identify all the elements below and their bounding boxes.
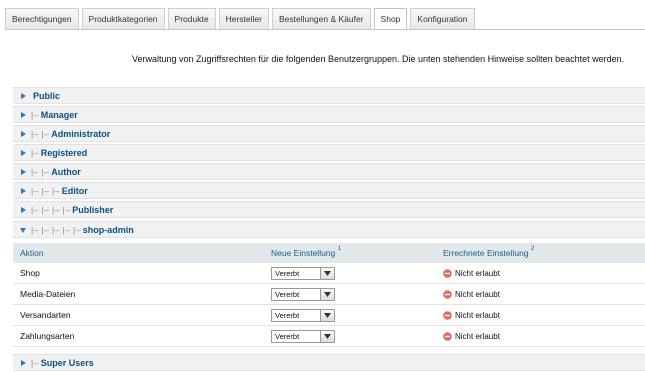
group-name[interactable]: Publisher xyxy=(72,205,113,215)
tab-bar: Berechtigungen Produktkategorien Produkt… xyxy=(5,8,478,30)
intro-paragraph: Verwaltung von Zugriffsrechten für die f… xyxy=(132,54,625,64)
chevron-down-icon[interactable] xyxy=(320,288,334,300)
arrow-right-icon xyxy=(20,187,26,194)
col-action-header: Aktion xyxy=(20,248,44,258)
tree-indent: |– |– |– xyxy=(31,185,60,196)
arrow-right-icon xyxy=(20,130,26,137)
tab-produkte[interactable]: Produkte xyxy=(167,8,216,29)
calculated-setting: Nicht erlaubt xyxy=(443,290,645,299)
deny-icon xyxy=(443,310,452,320)
tab-berechtigungen[interactable]: Berechtigungen xyxy=(5,8,79,29)
group-name[interactable]: Manager xyxy=(41,110,78,120)
deny-icon xyxy=(443,331,452,341)
action-label: Versandarten xyxy=(20,310,71,320)
group-row-administrator[interactable]: |– |– Administrator xyxy=(13,125,645,142)
group-row-author[interactable]: |– |– Author xyxy=(13,163,645,180)
action-label: Media-Dateien xyxy=(20,289,76,299)
arrow-down-icon xyxy=(20,227,26,233)
tree-indent: |– |– |– |– |– xyxy=(31,224,81,235)
group-row-manager[interactable]: |– Manager xyxy=(13,106,645,123)
calculated-setting: Nicht erlaubt xyxy=(443,332,645,341)
setting-select[interactable]: Vererbt xyxy=(271,287,335,301)
arrow-right-icon xyxy=(20,149,26,156)
group-name[interactable]: Editor xyxy=(62,186,88,196)
group-name[interactable]: Super Users xyxy=(41,358,94,368)
tab-konfiguration[interactable]: Konfiguration xyxy=(410,8,475,29)
arrow-right-icon xyxy=(20,359,26,366)
calculated-setting: Nicht erlaubt xyxy=(443,269,645,278)
table-row: Shop Vererbt Nicht erlaubt xyxy=(13,263,645,284)
arrow-right-icon xyxy=(20,111,26,118)
tree-indent: |– xyxy=(31,147,39,158)
chevron-down-icon[interactable] xyxy=(320,330,334,342)
setting-select[interactable]: Vererbt xyxy=(271,266,335,280)
tree-indent: |– |– |– |– xyxy=(31,204,71,215)
chevron-down-icon[interactable] xyxy=(320,267,334,279)
arrow-right-icon xyxy=(20,92,26,99)
tab-underline xyxy=(5,29,645,30)
setting-select[interactable]: Vererbt xyxy=(271,308,335,322)
table-row: Zahlungsarten Vererbt Nicht erlaubt xyxy=(13,326,645,347)
deny-icon xyxy=(443,289,452,299)
group-name[interactable]: shop-admin xyxy=(83,225,134,235)
group-row-registered[interactable]: |– Registered xyxy=(13,144,645,161)
setting-select[interactable]: Vererbt xyxy=(271,329,335,343)
tree-indent: |– |– xyxy=(31,166,50,177)
arrow-right-icon xyxy=(20,206,26,213)
group-name[interactable]: Author xyxy=(51,167,81,177)
arrow-right-icon xyxy=(20,168,26,175)
chevron-down-icon[interactable] xyxy=(320,309,334,321)
group-row-super-users[interactable]: |– Super Users xyxy=(13,354,645,371)
group-name[interactable]: Administrator xyxy=(51,129,110,139)
col-new-setting-header: Neue Einstellung 1 xyxy=(271,246,341,258)
group-row-shop-admin[interactable]: |– |– |– |– |– shop-admin xyxy=(13,221,645,238)
group-row-publisher[interactable]: |– |– |– |– Publisher xyxy=(13,201,645,218)
group-row-editor[interactable]: |– |– |– Editor xyxy=(13,182,645,199)
tree-indent: |– xyxy=(31,357,39,368)
tab-bestellungen-kaeufer[interactable]: Bestellungen & Käufer xyxy=(271,8,371,29)
group-name[interactable]: Registered xyxy=(41,148,88,158)
tree-indent: |– xyxy=(31,109,39,120)
calculated-setting: Nicht erlaubt xyxy=(443,311,645,320)
action-label: Shop xyxy=(20,268,40,278)
action-label: Zahlungsarten xyxy=(20,331,75,341)
tab-shop[interactable]: Shop xyxy=(373,8,408,30)
group-row-public[interactable]: Public xyxy=(13,87,645,104)
table-header: Aktion Neue Einstellung 1 Errechnete Ein… xyxy=(13,243,645,263)
table-row: Versandarten Vererbt Nicht erlaubt xyxy=(13,305,645,326)
tab-hersteller[interactable]: Hersteller xyxy=(218,8,269,29)
permissions-table: Aktion Neue Einstellung 1 Errechnete Ein… xyxy=(13,243,645,347)
group-name[interactable]: Public xyxy=(33,91,60,101)
tab-produktkategorien[interactable]: Produktkategorien xyxy=(81,8,165,29)
deny-icon xyxy=(443,268,452,278)
tree-indent: |– |– xyxy=(31,128,50,139)
col-calculated-header: Errechnete Einstellung 2 xyxy=(443,246,535,258)
table-row: Media-Dateien Vererbt Nicht erlaubt xyxy=(13,284,645,305)
intro-text: Verwaltung von Zugriffsrechten für die f… xyxy=(11,51,637,68)
